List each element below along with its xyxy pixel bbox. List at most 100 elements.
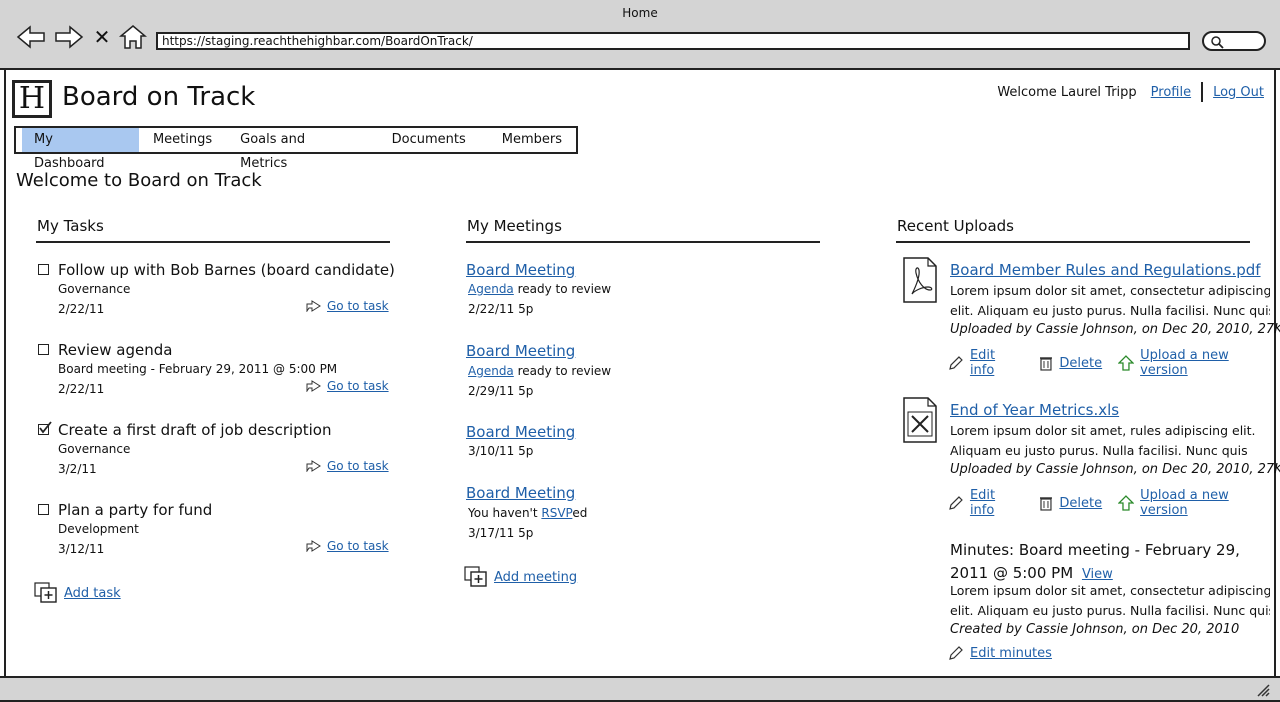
go-to-task-icon (306, 300, 321, 312)
minutes-description-line: Lorem ipsum dolor sit amet, consectetur … (950, 583, 1270, 598)
upload-new-version-link[interactable]: Upload a new version (1140, 348, 1280, 378)
go-to-task-icon (306, 380, 321, 392)
meeting-status-text: ready to review (513, 364, 612, 378)
meeting-status: Agenda ready to review (468, 282, 611, 296)
tab-documents[interactable]: Documents (370, 128, 488, 152)
search-icon (1211, 36, 1224, 49)
trash-icon (1040, 357, 1053, 371)
edit-info-link[interactable]: Edit info (970, 488, 1024, 518)
upload-meta: Uploaded by Cassie Johnson, on Dec 20, 2… (950, 322, 1280, 337)
browser-chrome: Home ✕ https://staging.reachthehighbar.c… (0, 0, 1280, 70)
add-icon (464, 566, 487, 587)
task-category: Governance (58, 442, 131, 456)
upload-title-link[interactable]: Board Member Rules and Regulations.pdf (950, 261, 1261, 279)
task-date: 2/22/11 (58, 302, 105, 316)
divider (1201, 82, 1204, 102)
view-minutes-link[interactable]: View (1082, 567, 1113, 582)
upload-new-version-link[interactable]: Upload a new version (1140, 488, 1280, 518)
tab-meetings[interactable]: Meetings (139, 128, 226, 152)
upload-description-line: Aliquam eu justo purus. Nulla facilisi. … (950, 443, 1248, 458)
stop-icon[interactable]: ✕ (90, 24, 114, 50)
add-task-link[interactable]: Add task (64, 586, 121, 601)
uploads-rule (896, 241, 1250, 243)
minutes-title: Minutes: Board meeting - February 29, (950, 541, 1240, 559)
address-bar[interactable]: https://staging.reachthehighbar.com/Boar… (156, 32, 1190, 50)
pdf-file-icon (903, 257, 937, 303)
go-to-task-link[interactable]: Go to task (327, 539, 389, 553)
meeting-status-prefix: You haven't (468, 506, 542, 520)
browser-status-bar (0, 676, 1280, 702)
delete-link[interactable]: Delete (1059, 496, 1102, 511)
add-icon (34, 582, 57, 603)
page-title: Welcome to Board on Track (16, 170, 262, 191)
forward-arrow-icon[interactable] (54, 24, 84, 50)
minutes-meta: Created by Cassie Johnson, on Dec 20, 20… (950, 622, 1240, 637)
tab-members[interactable]: Members (488, 128, 576, 152)
edit-info-link[interactable]: Edit info (970, 348, 1024, 378)
pencil-icon (949, 646, 963, 660)
task-title: Plan a party for fund (58, 501, 213, 519)
upload-description-line: Lorem ipsum dolor sit amet, rules adipis… (950, 423, 1256, 438)
agenda-link[interactable]: Agenda (468, 364, 514, 378)
resize-grip-icon[interactable] (1254, 681, 1270, 697)
meeting-title-link[interactable]: Board Meeting (466, 484, 575, 502)
rsvp-link[interactable]: RSVP (541, 506, 572, 520)
task-category: Board meeting - February 29, 2011 @ 5:00… (58, 362, 338, 376)
delete-link[interactable]: Delete (1059, 356, 1102, 371)
add-meeting-link[interactable]: Add meeting (494, 570, 577, 585)
go-to-task[interactable]: Go to task (306, 459, 389, 473)
excel-file-icon (903, 397, 937, 443)
upload-actions: Edit info Delete Upload a new version (948, 348, 1280, 378)
task-checkbox[interactable] (38, 504, 49, 515)
edit-minutes-link[interactable]: Edit minutes (970, 646, 1052, 661)
upload-actions: Edit info Delete Upload a new version (948, 488, 1280, 518)
go-to-task[interactable]: Go to task (306, 539, 389, 553)
meeting-status-text: ed (572, 506, 588, 520)
meeting-date: 2/22/11 5p (468, 302, 534, 316)
go-to-task[interactable]: Go to task (306, 379, 389, 393)
task-checkbox[interactable] (38, 344, 49, 355)
upload-title-link[interactable]: End of Year Metrics.xls (950, 401, 1119, 419)
meetings-heading: My Meetings (467, 217, 562, 235)
agenda-link[interactable]: Agenda (468, 282, 514, 296)
logout-link[interactable]: Log Out (1213, 85, 1264, 100)
logo[interactable]: H (12, 80, 52, 118)
upload-description-line: elit. Aliquam eu justo purus. Nulla faci… (950, 303, 1270, 318)
task-category: Development (58, 522, 139, 536)
meeting-title-link[interactable]: Board Meeting (466, 423, 575, 441)
minutes-description: Lorem ipsum dolor sit amet, consectetur … (950, 581, 1270, 621)
go-to-task-icon (306, 460, 321, 472)
profile-link[interactable]: Profile (1151, 85, 1191, 100)
task-date: 2/22/11 (58, 382, 105, 396)
task-checkbox[interactable] (38, 264, 49, 275)
add-task-button[interactable]: Add task (34, 582, 121, 604)
app-title: Board on Track (62, 82, 256, 112)
meeting-status: Agenda ready to review (468, 364, 611, 378)
meeting-title-link[interactable]: Board Meeting (466, 261, 575, 279)
tasks-heading: My Tasks (37, 217, 104, 235)
add-meeting-button[interactable]: Add meeting (464, 566, 577, 588)
trash-icon (1040, 497, 1053, 511)
upload-meta: Uploaded by Cassie Johnson, on Dec 20, 2… (950, 462, 1280, 477)
minutes-date: 2011 @ 5:00 PM (950, 564, 1074, 582)
home-icon[interactable] (118, 24, 148, 50)
browser-search-field[interactable] (1202, 31, 1266, 51)
upload-description-line: Lorem ipsum dolor sit amet, consectetur … (950, 283, 1270, 298)
meeting-title-link[interactable]: Board Meeting (466, 342, 575, 360)
task-checkbox-checked[interactable] (38, 421, 52, 435)
task-category: Governance (58, 282, 131, 296)
go-to-task[interactable]: Go to task (306, 299, 389, 313)
tab-my-dashboard[interactable]: My Dashboard (22, 128, 139, 171)
window-title: Home (622, 6, 658, 20)
task-title: Review agenda (58, 341, 173, 359)
meeting-date: 3/17/11 5p (468, 526, 534, 540)
go-to-task-icon (306, 540, 321, 552)
check-mark-icon (39, 421, 52, 434)
go-to-task-link[interactable]: Go to task (327, 459, 389, 473)
go-to-task-link[interactable]: Go to task (327, 379, 389, 393)
task-title: Follow up with Bob Barnes (board candida… (58, 261, 395, 279)
user-bar: Welcome Laurel Tripp Profile Log Out (997, 82, 1264, 102)
tab-goals-and-metrics[interactable]: Goals and Metrics (226, 128, 370, 171)
go-to-task-link[interactable]: Go to task (327, 299, 389, 313)
back-arrow-icon[interactable] (16, 24, 46, 50)
